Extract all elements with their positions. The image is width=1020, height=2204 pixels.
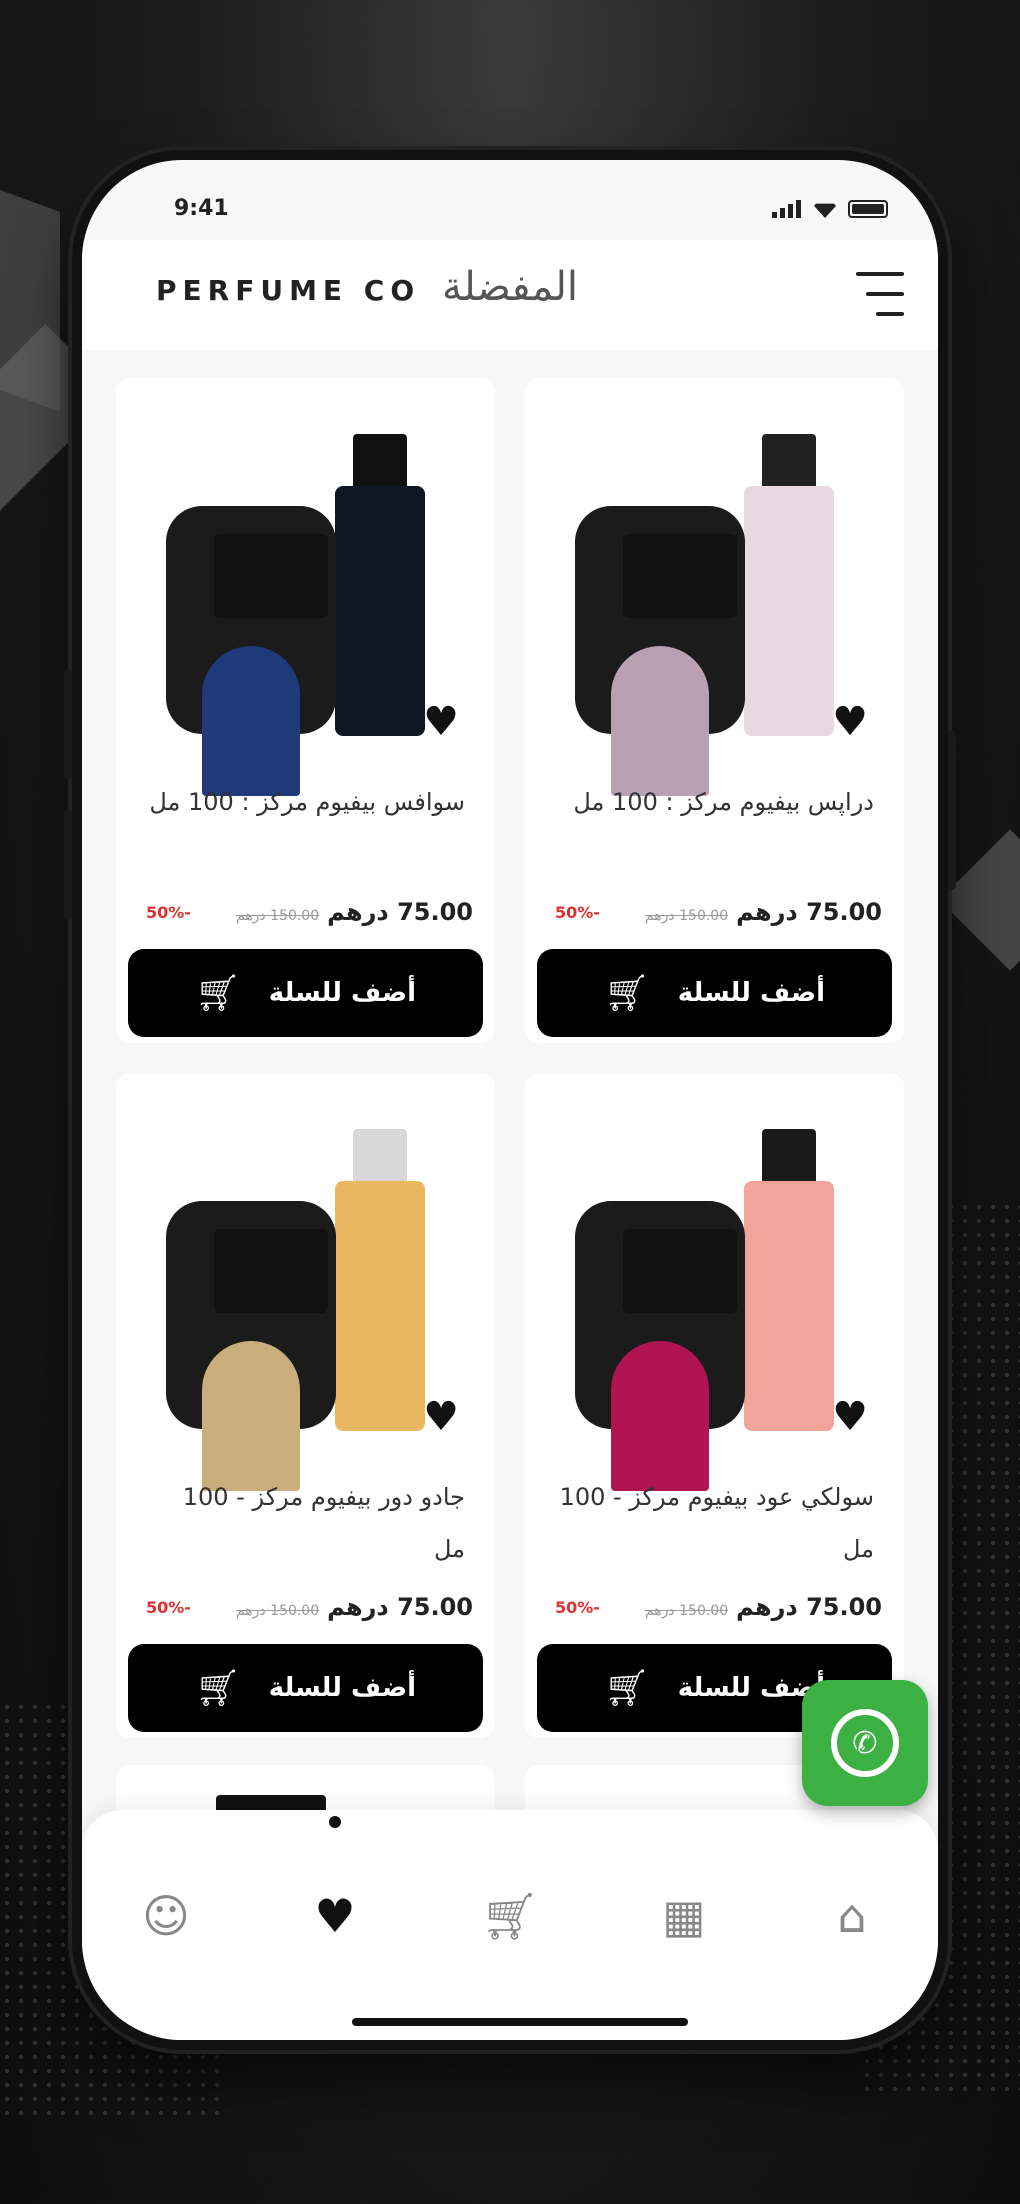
discount-badge: -50% [146,1597,191,1617]
home-icon: ⌂ [837,1889,867,1943]
bottle [335,1181,425,1431]
heart-icon[interactable]: ♥ [832,1397,868,1437]
tab-home[interactable]: ⌂ [812,1876,892,1956]
price-group: 75.00 درهم 150.00 درهم [236,1593,473,1621]
bottom-tab-bar: ☺ ♥ 🛒︎ ▦ ⌂ [82,1810,938,2040]
box-label [611,1341,709,1491]
bottle [744,1181,834,1431]
tab-favorites[interactable]: ♥ [295,1876,375,1956]
add-to-cart-label: أضف للسلة [268,1673,416,1703]
cart-icon: 🛒︎ [195,973,241,1014]
box-label [202,1341,300,1491]
whatsapp-button[interactable]: ✆ [802,1680,928,1806]
old-price: 150.00 درهم [644,908,729,924]
product-name[interactable]: دراپس بيفيوم مركز : 100 مل [555,776,874,828]
box-cap [623,534,737,618]
add-to-cart-label: أضف للسلة [268,978,416,1008]
status-time: 9:41 [174,196,229,221]
cart-icon: 🛒︎ [604,1668,650,1709]
price-row: 75.00 درهم 150.00 درهم -50% [146,898,473,926]
discount-badge: -50% [555,902,600,922]
heart-icon[interactable]: ♥ [423,1397,459,1437]
add-to-cart-button[interactable]: أضف للسلة 🛒︎ [537,949,892,1037]
signal-icon [772,200,802,218]
page-title: المفضلة [442,264,579,310]
heart-icon[interactable]: ♥ [832,702,868,742]
menu-icon[interactable] [856,272,904,316]
product-image[interactable]: ♥ [555,1101,874,1491]
product-image[interactable]: ♥ [146,1101,465,1491]
phone-side-button [64,670,72,780]
box-label [202,646,300,796]
active-tab-indicator [329,1816,341,1828]
status-icons [772,200,888,218]
user-icon: ☺ [142,1889,190,1943]
price-row: 75.00 درهم 150.00 درهم -50% [555,1593,882,1621]
phone-side-button [948,730,956,890]
box-cap [214,534,328,618]
discount-badge: -50% [146,902,191,922]
product-card[interactable]: ♥ سوافس بيفيوم مركز : 100 مل 75.00 درهم … [116,378,495,1043]
cart-icon: 🛒︎ [604,973,650,1014]
perfume-box [166,1201,336,1491]
product-grid: ♥ دراپس بيفيوم مركز : 100 مل 75.00 درهم … [116,378,904,1738]
box-cap [623,1229,737,1313]
perfume-box [575,506,745,796]
price-group: 75.00 درهم 150.00 درهم [236,898,473,926]
price-group: 75.00 درهم 150.00 درهم [645,1593,882,1621]
app-screen: 9:41 PERFUME CO المفضلة ♥ دراپس بيفيوم م… [82,160,938,2040]
product-price: 75.00 درهم [327,898,473,926]
app-header: PERFUME CO المفضلة [82,240,938,350]
price-row: 75.00 درهم 150.00 درهم -50% [555,898,882,926]
box-label [611,646,709,796]
product-price: 75.00 درهم [736,898,882,926]
cart-icon: 🛒︎ [480,1888,540,1943]
home-indicator [352,2018,688,2026]
perfume-box [166,506,336,796]
cart-icon: 🛒︎ [195,1668,241,1709]
product-name[interactable]: سوافس بيفيوم مركز : 100 مل [146,776,465,828]
battery-icon [848,200,888,218]
bottle [744,486,834,736]
heart-icon[interactable]: ♥ [423,702,459,742]
box-cap [214,1229,328,1313]
tab-categories[interactable]: ▦ [644,1876,724,1956]
discount-badge: -50% [555,1597,600,1617]
product-image[interactable]: ♥ [146,406,465,796]
product-image[interactable]: ♥ [555,406,874,796]
add-to-cart-label: أضف للسلة [677,978,825,1008]
bottle [335,486,425,736]
tab-profile[interactable]: ☺ [126,1876,206,1956]
phone-side-button [64,810,72,920]
product-name[interactable]: سولكي عود بيفيوم مركز - 100 مل [555,1471,874,1575]
brand-logo[interactable]: PERFUME CO [156,274,420,307]
grid-icon: ▦ [662,1889,706,1943]
old-price: 150.00 درهم [235,908,320,924]
product-card[interactable]: ♥ جادو دور بيفيوم مركز - 100 مل 75.00 در… [116,1073,495,1738]
tab-cart[interactable]: 🛒︎ [470,1876,550,1956]
product-price: 75.00 درهم [327,1593,473,1621]
phone-frame: 9:41 PERFUME CO المفضلة ♥ دراپس بيفيوم م… [64,150,956,2050]
status-bar: 9:41 [82,190,938,230]
product-name[interactable]: جادو دور بيفيوم مركز - 100 مل [146,1471,465,1575]
old-price: 150.00 درهم [235,1603,320,1619]
price-row: 75.00 درهم 150.00 درهم -50% [146,1593,473,1621]
whatsapp-icon: ✆ [831,1709,899,1777]
add-to-cart-button[interactable]: أضف للسلة 🛒︎ [128,1644,483,1732]
heart-icon: ♥ [314,1889,356,1943]
old-price: 150.00 درهم [644,1603,729,1619]
perfume-box [575,1201,745,1491]
wifi-icon [812,203,838,218]
add-to-cart-button[interactable]: أضف للسلة 🛒︎ [128,949,483,1037]
product-price: 75.00 درهم [736,1593,882,1621]
price-group: 75.00 درهم 150.00 درهم [645,898,882,926]
product-card[interactable]: ♥ دراپس بيفيوم مركز : 100 مل 75.00 درهم … [525,378,904,1043]
product-card[interactable]: ♥ سولكي عود بيفيوم مركز - 100 مل 75.00 د… [525,1073,904,1738]
